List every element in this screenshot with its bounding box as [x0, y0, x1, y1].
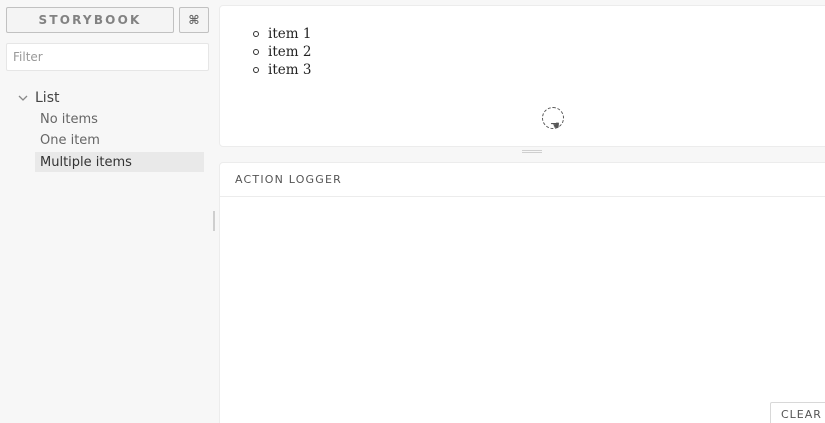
clear-button[interactable]: CLEAR	[770, 402, 825, 423]
filter-input[interactable]	[6, 43, 209, 71]
storybook-brand-button[interactable]: STORYBOOK	[6, 7, 174, 33]
sidebar-resize-handle[interactable]	[213, 211, 215, 231]
list-item-text: item 1	[268, 26, 312, 42]
kind-list[interactable]: List	[16, 88, 59, 108]
list-item-text: item 2	[268, 44, 312, 60]
panel-resize-handle[interactable]	[522, 150, 542, 153]
list-item: item 1	[253, 25, 312, 43]
story-no-items[interactable]: No items	[35, 109, 204, 129]
story-multiple-items[interactable]: Multiple items	[35, 152, 204, 172]
list-item: item 3	[253, 61, 312, 79]
list-item: item 2	[253, 43, 312, 61]
preview-panel: item 1 item 2 item 3 ☚	[219, 5, 825, 147]
sidebar: STORYBOOK ⌘ List No items One item Multi…	[0, 0, 218, 423]
preview-list: item 1 item 2 item 3	[253, 25, 312, 79]
bullet-icon	[253, 49, 259, 55]
list-item-text: item 3	[268, 62, 312, 78]
bullet-icon	[253, 31, 259, 37]
action-logger-panel: ACTION LOGGER CLEAR	[219, 162, 825, 423]
chevron-down-icon	[16, 91, 30, 105]
bullet-icon	[253, 67, 259, 73]
hand-cursor-icon: ☚	[550, 119, 560, 132]
storybook-app: STORYBOOK ⌘ List No items One item Multi…	[0, 0, 825, 423]
story-one-item[interactable]: One item	[35, 130, 204, 150]
kind-label: List	[35, 90, 60, 106]
keyboard-shortcuts-button[interactable]: ⌘	[179, 7, 209, 33]
addon-tab-action-logger[interactable]: ACTION LOGGER	[220, 163, 825, 197]
